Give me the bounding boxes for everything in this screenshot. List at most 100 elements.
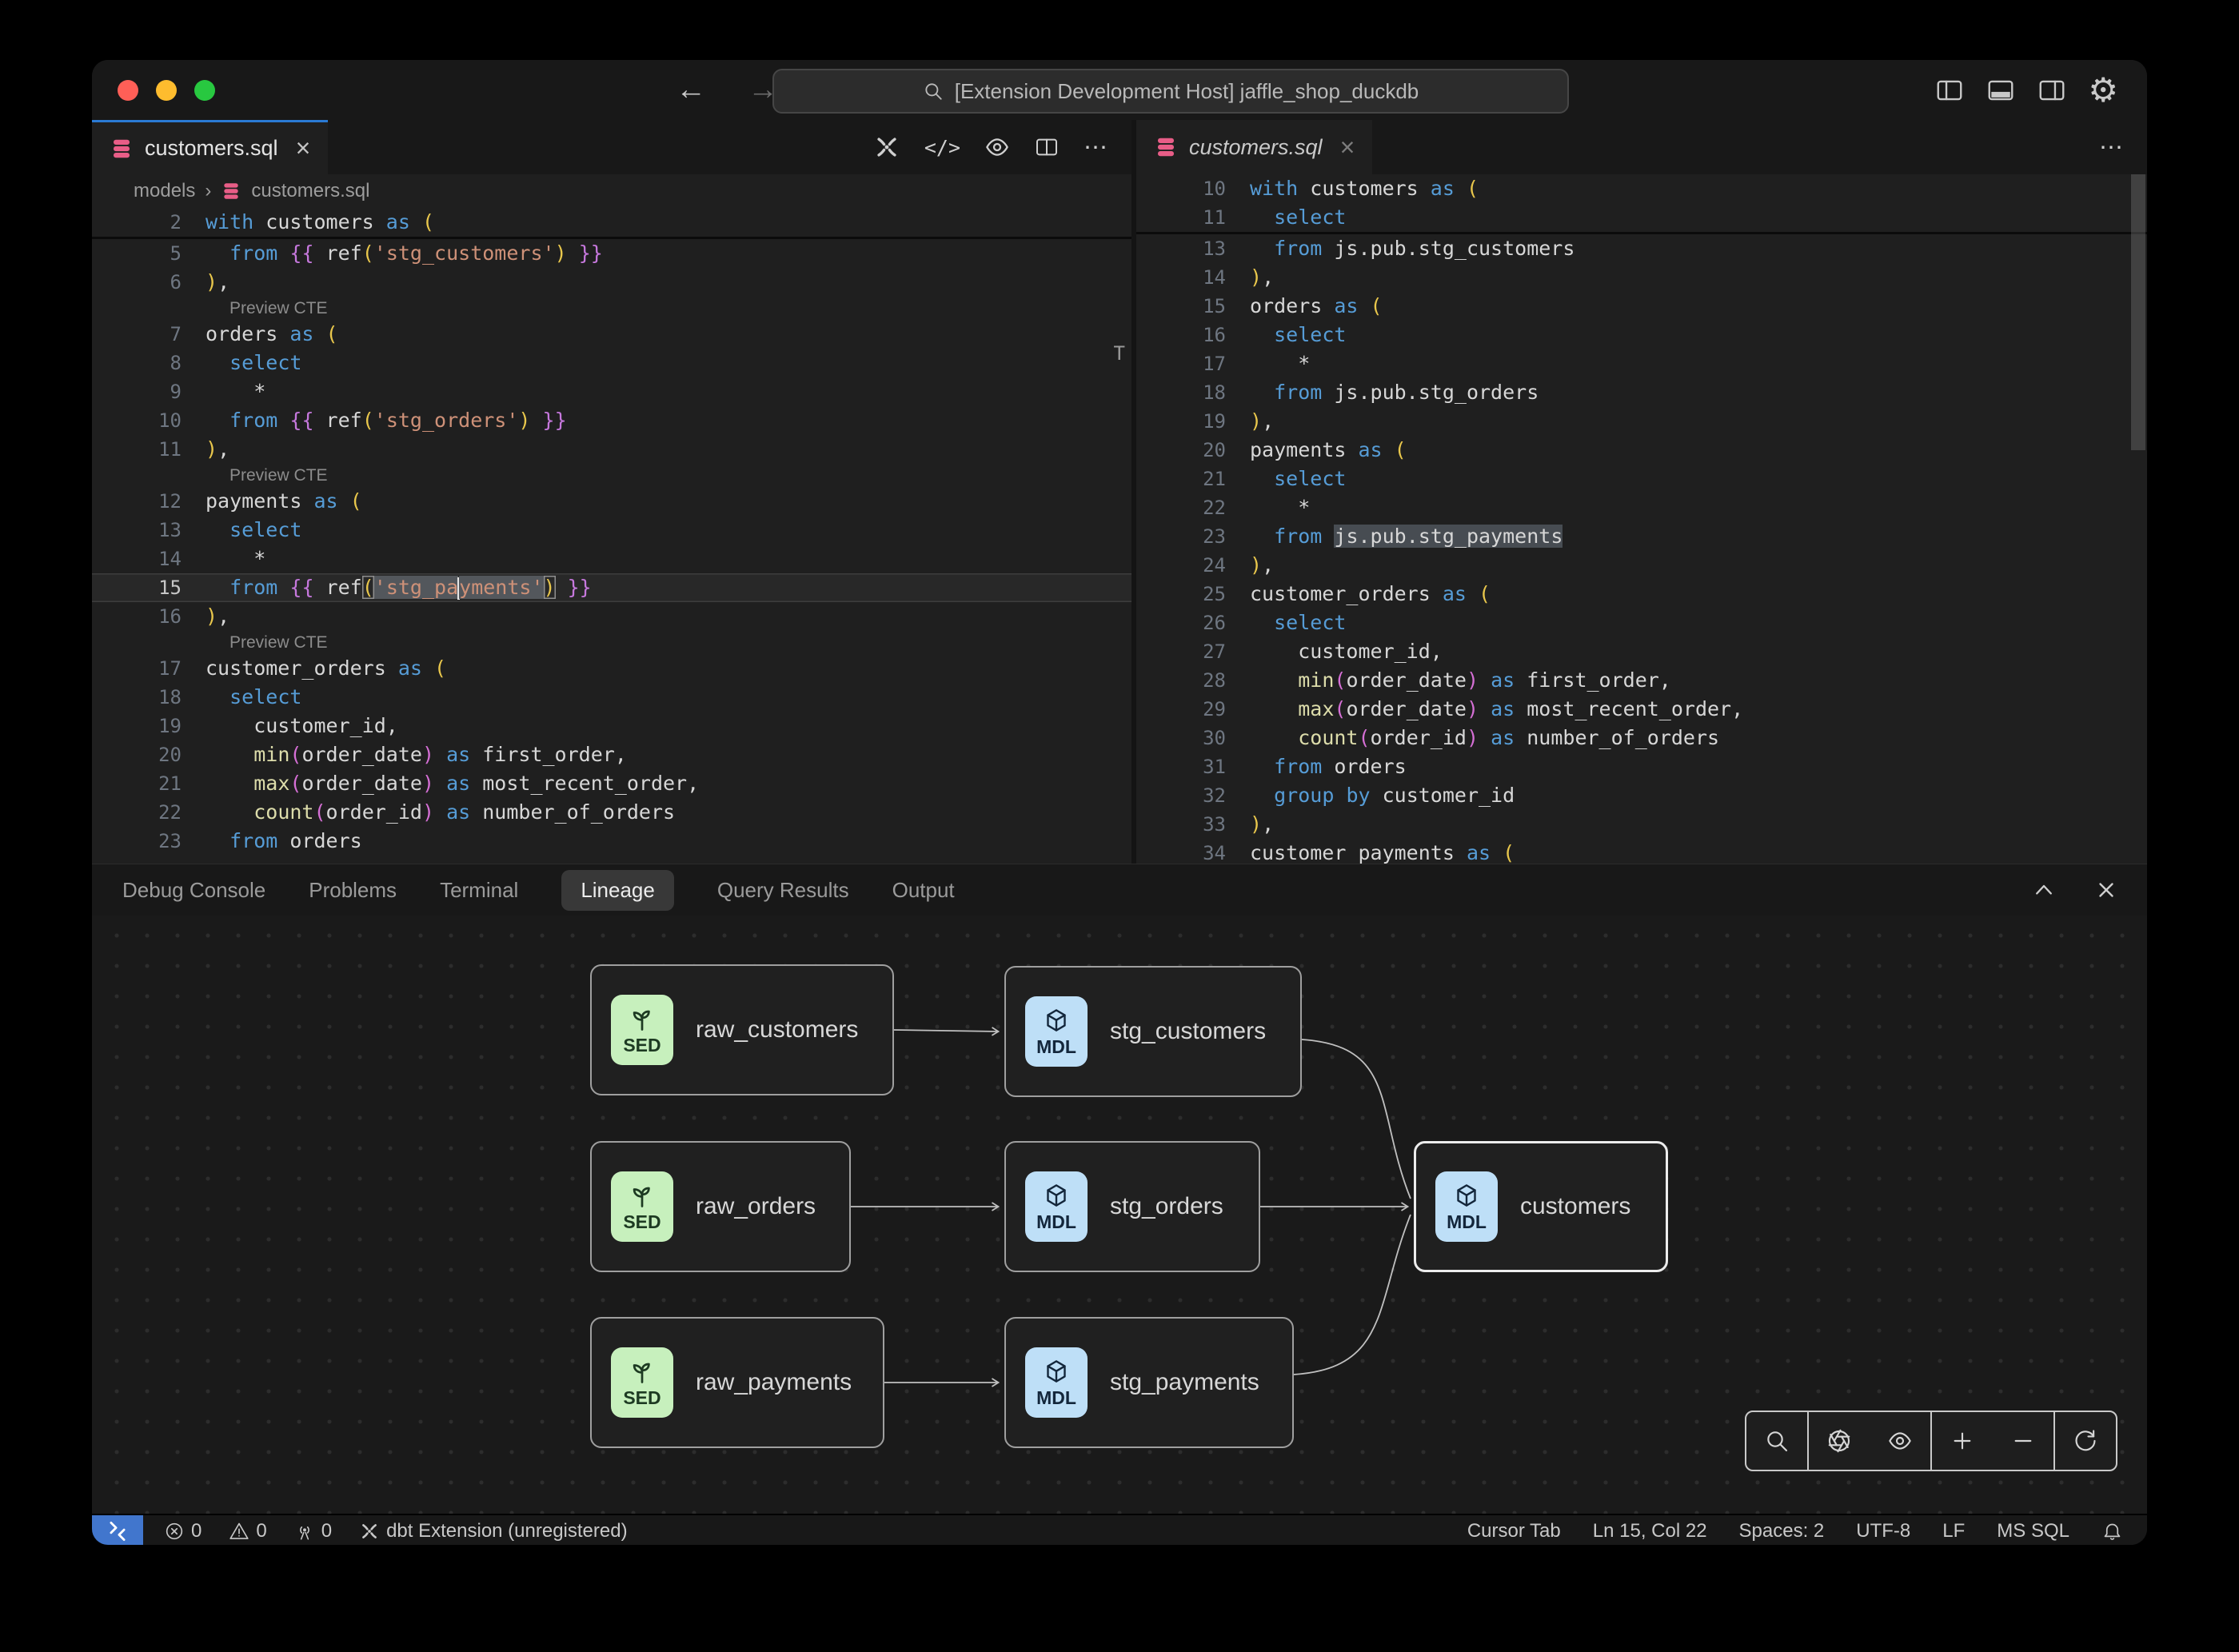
code-line[interactable]: 18 select <box>92 683 1131 712</box>
code-line[interactable]: 28 min(order_date) as first_order, <box>1136 666 2147 695</box>
code-line[interactable]: 15 from {{ ref('stg_payments') }} <box>92 573 1131 602</box>
codelens-action[interactable]: Preview CTE <box>92 631 1131 654</box>
code-line[interactable]: 10with customers as ( <box>1136 174 2147 203</box>
lineage-node-customers[interactable]: MDLcustomers <box>1414 1141 1668 1272</box>
code-line[interactable]: 33), <box>1136 810 2147 839</box>
close-tab-icon[interactable]: × <box>296 134 311 163</box>
settings-gear-icon[interactable]: ⚙ <box>2088 74 2118 107</box>
lineage-node-stg_payments[interactable]: MDLstg_payments <box>1004 1317 1294 1448</box>
status-error-circle[interactable]: 0 <box>164 1520 202 1542</box>
panel-tab-output[interactable]: Output <box>892 878 955 903</box>
status-lf[interactable]: LF <box>1942 1520 1965 1542</box>
lineage-node-raw_customers[interactable]: SEDraw_customers <box>590 964 894 1095</box>
status-broadcast[interactable]: 0 <box>294 1520 332 1542</box>
status-spaces-2[interactable]: Spaces: 2 <box>1739 1520 1825 1542</box>
code-line[interactable]: 16), <box>92 602 1131 631</box>
codelens-action[interactable]: Preview CTE <box>92 297 1131 320</box>
layout-panel-bottom-icon[interactable] <box>1986 75 2016 106</box>
code-line[interactable]: 19), <box>1136 407 2147 436</box>
remote-indicator[interactable] <box>92 1515 143 1545</box>
code-line[interactable]: 29 max(order_date) as most_recent_order, <box>1136 695 2147 724</box>
close-tab-icon[interactable]: × <box>1340 133 1355 162</box>
tab-customers-sql-compiled[interactable]: customers.sql × <box>1136 120 1372 174</box>
code-line[interactable]: 31 from orders <box>1136 752 2147 781</box>
close-window-button[interactable] <box>118 80 138 101</box>
code-line[interactable]: 8 select <box>92 349 1131 377</box>
code-line[interactable]: 14 * <box>92 545 1131 573</box>
panel-tab-terminal[interactable]: Terminal <box>440 878 518 903</box>
lineage-node-raw_orders[interactable]: SEDraw_orders <box>590 1141 851 1272</box>
search-icon[interactable] <box>1746 1414 1807 1468</box>
code-line[interactable]: 26 select <box>1136 609 2147 637</box>
status-dbt[interactable]: dbt Extension (unregistered) <box>359 1520 628 1542</box>
code-line[interactable]: 2with customers as ( <box>92 208 1131 237</box>
dbt-icon[interactable] <box>873 134 900 161</box>
code-line[interactable]: 19 customer_id, <box>92 712 1131 740</box>
code-line[interactable]: 13 from js.pub.stg_customers <box>1136 234 2147 263</box>
eye-icon[interactable] <box>1870 1414 1930 1468</box>
lineage-canvas[interactable]: SEDraw_customers MDLstg_customers SEDraw_o… <box>92 916 2147 1514</box>
code-line[interactable]: 17 * <box>1136 349 2147 378</box>
code-line[interactable]: 24), <box>1136 551 2147 580</box>
code-line[interactable]: 7orders as ( <box>92 320 1131 349</box>
code-line[interactable]: 14), <box>1136 263 2147 292</box>
preview-eye-icon[interactable] <box>984 134 1010 160</box>
layout-sidebar-right-icon[interactable] <box>2037 75 2067 106</box>
panel-tab-lineage[interactable]: Lineage <box>561 870 674 911</box>
status-cursor-tab[interactable]: Cursor Tab <box>1467 1520 1561 1542</box>
scrollbar-thumb[interactable] <box>2131 174 2145 450</box>
codelens-action[interactable]: Preview CTE <box>92 464 1131 487</box>
minimize-window-button[interactable] <box>156 80 177 101</box>
code-line[interactable]: 10 from {{ ref('stg_orders') }} <box>92 406 1131 435</box>
back-icon[interactable]: ← <box>676 73 706 107</box>
code-editor-compiled[interactable]: 10with customers as (11 select 13 from j… <box>1136 174 2147 864</box>
code-line[interactable]: 11), <box>92 435 1131 464</box>
lineage-node-raw_payments[interactable]: SEDraw_payments <box>590 1317 884 1448</box>
code-line[interactable]: 25customer_orders as ( <box>1136 580 2147 609</box>
code-line[interactable]: 5 from {{ ref('stg_customers') }} <box>92 239 1131 268</box>
split-editor-icon[interactable] <box>1034 134 1060 160</box>
close-icon[interactable] <box>2094 878 2118 902</box>
code-line[interactable]: 18 from js.pub.stg_orders <box>1136 378 2147 407</box>
more-actions-icon[interactable]: ⋯ <box>2099 134 2126 162</box>
tab-customers-sql[interactable]: customers.sql × <box>92 120 328 174</box>
code-line[interactable]: 13 select <box>92 516 1131 545</box>
more-actions-icon[interactable]: ⋯ <box>1084 134 1111 162</box>
status-ln-15-col-22[interactable]: Ln 15, Col 22 <box>1593 1520 1707 1542</box>
aperture-icon[interactable] <box>1809 1414 1870 1468</box>
zoom-in-icon[interactable] <box>1932 1414 1993 1468</box>
panel-tab-problems[interactable]: Problems <box>309 878 397 903</box>
breadcrumb-item-file[interactable]: customers.sql <box>251 180 369 202</box>
code-line[interactable]: 17customer_orders as ( <box>92 654 1131 683</box>
code-line[interactable]: 22 count(order_id) as number_of_orders <box>92 798 1131 827</box>
code-line[interactable]: 12payments as ( <box>92 487 1131 516</box>
code-line[interactable]: 16 select <box>1136 321 2147 349</box>
command-center-search[interactable]: [Extension Development Host] jaffle_shop… <box>772 69 1569 114</box>
status-warning-triangle[interactable]: 0 <box>229 1520 266 1542</box>
breadcrumb-item-models[interactable]: models <box>134 180 195 202</box>
code-line[interactable]: 9 * <box>92 377 1131 406</box>
code-icon[interactable]: </> <box>924 136 960 159</box>
code-line[interactable]: 23 from orders <box>92 827 1131 856</box>
code-line[interactable]: 23 from js.pub.stg_payments <box>1136 522 2147 551</box>
lineage-node-stg_customers[interactable]: MDLstg_customers <box>1004 966 1302 1097</box>
status-bell[interactable] <box>2101 1521 2123 1542</box>
code-line[interactable]: 21 select <box>1136 465 2147 493</box>
code-line[interactable]: 6), <box>92 268 1131 297</box>
status-ms-sql[interactable]: MS SQL <box>1997 1520 2069 1542</box>
zoom-window-button[interactable] <box>194 80 215 101</box>
lineage-node-stg_orders[interactable]: MDLstg_orders <box>1004 1141 1260 1272</box>
code-editor-source[interactable]: 2with customers as ( 5 from {{ ref('stg_… <box>92 208 1131 864</box>
sticky-scroll[interactable]: 2with customers as ( <box>92 208 1131 239</box>
chevron-up-icon[interactable] <box>2032 878 2056 902</box>
panel-tab-query-results[interactable]: Query Results <box>717 878 849 903</box>
code-line[interactable]: 11 select <box>1136 203 2147 232</box>
code-line[interactable]: 32 group by customer_id <box>1136 781 2147 810</box>
status-utf-8[interactable]: UTF-8 <box>1856 1520 1910 1542</box>
code-line[interactable]: 21 max(order_date) as most_recent_order, <box>92 769 1131 798</box>
layout-sidebar-left-icon[interactable] <box>1934 75 1965 106</box>
panel-tab-debug-console[interactable]: Debug Console <box>122 878 265 903</box>
code-line[interactable]: 15orders as ( <box>1136 292 2147 321</box>
refresh-icon[interactable] <box>2055 1414 2116 1468</box>
code-line[interactable]: 20payments as ( <box>1136 436 2147 465</box>
